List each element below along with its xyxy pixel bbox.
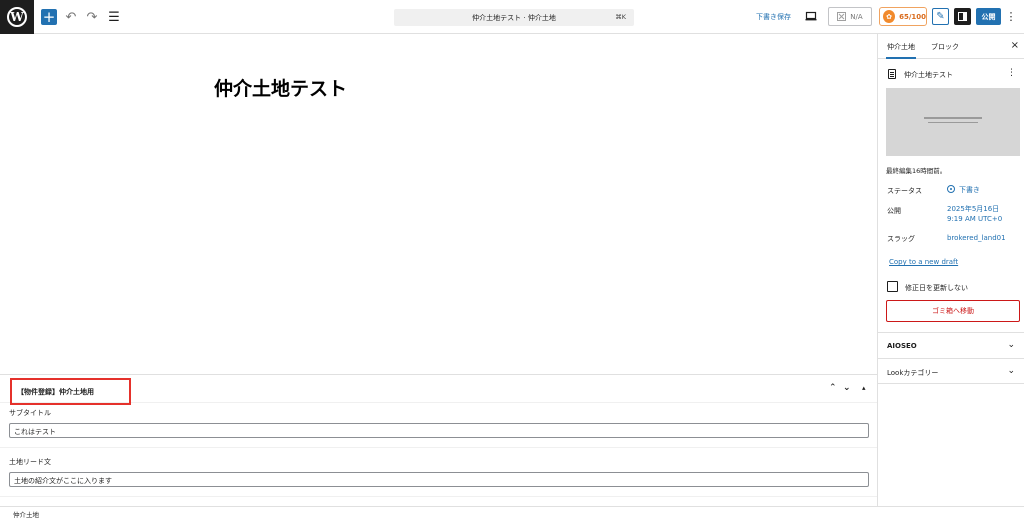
featured-image[interactable]: [886, 88, 1020, 156]
no-update-modified-label: 修正日を更新しない: [905, 284, 968, 292]
copy-to-draft-link[interactable]: Copy to a new draft: [889, 258, 958, 266]
move-to-trash-button[interactable]: ゴミ箱へ移動: [886, 300, 1020, 322]
panel-aioseo[interactable]: AIOSEO ⌄: [878, 332, 1024, 358]
ai-wand-icon[interactable]: ✎: [932, 8, 949, 25]
top-toolbar: W + ↶ ↷ ☰ 仲介土地テスト · 仲介土地 ⌘K 下書き保存 N/A ✿ …: [0, 0, 1024, 34]
editor-app: W + ↶ ↷ ☰ 仲介土地テスト · 仲介土地 ⌘K 下書き保存 N/A ✿ …: [0, 0, 1024, 518]
tab-post[interactable]: 仲介土地: [886, 42, 916, 59]
move-down-icon[interactable]: ⌄: [843, 383, 851, 393]
slug-value[interactable]: brokered_land01: [947, 233, 1006, 243]
status-value[interactable]: 下書き: [947, 185, 980, 195]
footer-breadcrumb-bar: 仲介土地: [0, 506, 1024, 518]
lead-text-input[interactable]: 土地の紹介文がここに入ります: [9, 472, 869, 487]
document-title: 仲介土地テスト · 仲介土地: [472, 14, 556, 22]
slug-label: スラッグ: [887, 235, 915, 243]
publish-date-value[interactable]: 2025年5月16日 9:19 AM UTC+0: [947, 204, 1002, 224]
document-overview-icon[interactable]: ☰: [106, 9, 122, 25]
no-update-modified-checkbox[interactable]: [887, 281, 898, 292]
publish-label: 公開: [887, 207, 901, 215]
settings-sidebar: 仲介土地 ブロック × 仲介土地テスト ⋮ 最終編集16時間前。 ステータス 下…: [878, 34, 1024, 506]
metabox-title[interactable]: 【物件登録】仲介土地用: [10, 378, 131, 405]
thumbnail-text-line: [924, 117, 982, 119]
seo-score-badge[interactable]: ✿ 65/100: [879, 7, 927, 26]
command-palette-bar[interactable]: 仲介土地テスト · 仲介土地 ⌘K: [394, 9, 634, 26]
readability-badge[interactable]: N/A: [828, 7, 872, 26]
field-separator: [0, 447, 877, 448]
subtitle-input[interactable]: これはテスト: [9, 423, 869, 438]
sidebar-tabs: 仲介土地 ブロック ×: [878, 34, 1024, 59]
panel-title: Lookカテゴリー: [887, 369, 939, 377]
add-block-button[interactable]: +: [41, 9, 57, 25]
publish-button[interactable]: 公開: [976, 8, 1001, 25]
redo-icon[interactable]: ↷: [84, 9, 100, 25]
property-metabox: 【物件登録】仲介土地用 ⌃ ⌄ ▴ サブタイトル これはテスト 土地リード文 土…: [0, 374, 877, 506]
field-separator: [0, 496, 877, 497]
tab-block[interactable]: ブロック: [931, 42, 959, 52]
publish-date: 2025年5月16日: [947, 205, 1000, 213]
command-shortcut: ⌘K: [615, 13, 626, 21]
undo-icon[interactable]: ↶: [63, 9, 79, 25]
draft-status-icon: [947, 185, 955, 193]
thumbnail-text-line: [928, 122, 978, 123]
options-menu-icon[interactable]: ⋮: [1006, 8, 1017, 25]
close-icon[interactable]: ×: [1011, 40, 1019, 51]
panel-title: AIOSEO: [887, 342, 917, 350]
move-up-icon[interactable]: ⌃: [829, 383, 837, 393]
sidebar-panel-icon: [958, 12, 967, 21]
preview-desktop-icon[interactable]: [805, 10, 817, 22]
publish-time: 9:19 AM UTC+0: [947, 215, 1003, 223]
settings-sidebar-toggle[interactable]: [954, 8, 971, 25]
readability-value: N/A: [850, 12, 863, 21]
post-actions-icon[interactable]: ⋮: [1007, 68, 1016, 78]
breadcrumb[interactable]: 仲介土地: [13, 509, 39, 518]
last-modified-text: 最終編集16時間前。: [886, 167, 947, 175]
wordpress-logo-button[interactable]: W: [0, 0, 34, 34]
editor-canvas[interactable]: 仲介土地テスト: [0, 34, 877, 374]
metabox-header: 【物件登録】仲介土地用 ⌃ ⌄ ▴: [0, 375, 877, 405]
chevron-down-icon: ⌄: [1007, 366, 1015, 376]
seo-score-value: 65/100: [899, 12, 926, 21]
status-label: ステータス: [887, 187, 922, 195]
post-summary-title: 仲介土地テスト: [904, 71, 953, 79]
grid-check-icon: [837, 12, 847, 21]
chevron-down-icon: ⌄: [1007, 340, 1015, 350]
lead-text-label: 土地リード文: [9, 458, 51, 466]
status-text: 下書き: [959, 186, 980, 194]
panel-look-category[interactable]: Lookカテゴリー ⌄: [878, 358, 1024, 384]
wordpress-logo-icon: W: [7, 7, 27, 27]
aioseo-icon: ✿: [883, 10, 896, 23]
save-draft-button[interactable]: 下書き保存: [756, 12, 791, 22]
post-title[interactable]: 仲介土地テスト: [214, 74, 347, 101]
document-icon: [888, 69, 896, 79]
collapse-toggle-icon[interactable]: ▴: [862, 384, 866, 392]
subtitle-label: サブタイトル: [9, 409, 51, 417]
